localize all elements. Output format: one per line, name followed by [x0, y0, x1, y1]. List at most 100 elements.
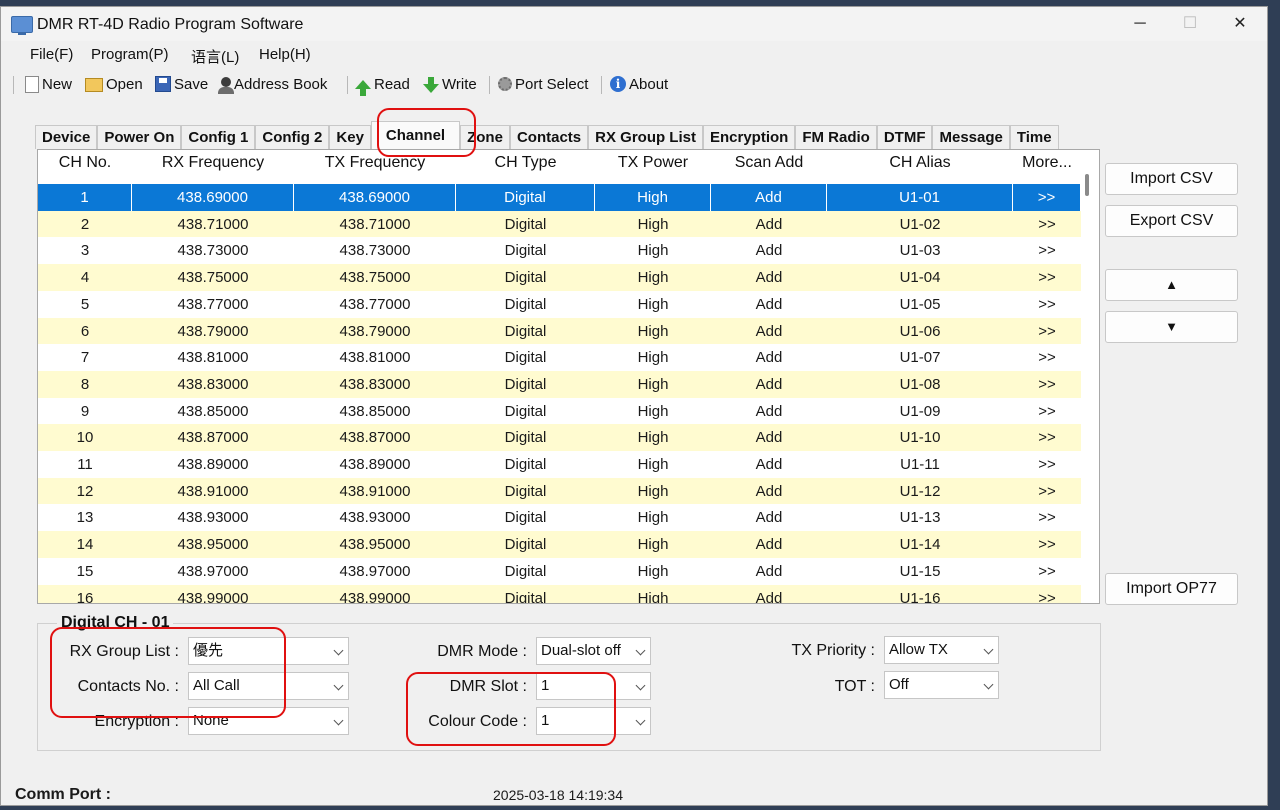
table-cell[interactable]: 4: [38, 264, 132, 291]
table-cell[interactable]: High: [595, 211, 711, 238]
table-cell[interactable]: U1-09: [827, 398, 1013, 425]
table-cell[interactable]: 438.69000: [294, 184, 456, 211]
table-cell[interactable]: U1-15: [827, 558, 1013, 585]
tab-dtmf[interactable]: DTMF: [876, 125, 933, 149]
table-cell[interactable]: U1-01: [827, 184, 1013, 211]
save-button[interactable]: Save: [155, 73, 208, 95]
table-cell[interactable]: 438.73000: [294, 237, 456, 264]
table-cell[interactable]: 2: [38, 211, 132, 238]
table-cell[interactable]: Digital: [456, 318, 595, 345]
table-cell[interactable]: 438.95000: [294, 531, 456, 558]
table-cell[interactable]: Digital: [456, 371, 595, 398]
import-op77-button[interactable]: Import OP77: [1105, 573, 1238, 605]
table-row[interactable]: 6 438.79000 438.79000 Digital High Add U1-06 >>: [38, 317, 1081, 345]
table-cell[interactable]: Digital: [456, 237, 595, 264]
table-cell[interactable]: High: [595, 291, 711, 318]
table-cell[interactable]: 438.87000: [294, 424, 456, 451]
tab-encryption[interactable]: Encryption: [702, 125, 796, 149]
open-button[interactable]: Open: [85, 73, 143, 95]
table-cell[interactable]: Add: [711, 344, 827, 371]
table-cell[interactable]: Digital: [456, 344, 595, 371]
more-cell[interactable]: >>: [1013, 504, 1081, 531]
table-cell[interactable]: 438.89000: [132, 451, 294, 478]
table-cell[interactable]: Add: [711, 451, 827, 478]
table-cell[interactable]: U1-05: [827, 291, 1013, 318]
table-cell[interactable]: U1-08: [827, 371, 1013, 398]
table-row[interactable]: 14 438.95000 438.95000 Digital High Add U1-14 >…: [38, 531, 1081, 559]
table-cell[interactable]: 10: [38, 424, 132, 451]
table-cell[interactable]: Digital: [456, 558, 595, 585]
table-cell[interactable]: U1-07: [827, 344, 1013, 371]
table-cell[interactable]: 438.77000: [294, 291, 456, 318]
table-cell[interactable]: Add: [711, 264, 827, 291]
table-cell[interactable]: 438.87000: [132, 424, 294, 451]
table-cell[interactable]: U1-12: [827, 478, 1013, 505]
table-cell[interactable]: 438.75000: [294, 264, 456, 291]
table-cell[interactable]: Add: [711, 531, 827, 558]
more-cell[interactable]: >>: [1013, 237, 1081, 264]
table-row[interactable]: 2 438.71000 438.71000 Digital High Add U1-02 >>: [38, 210, 1081, 238]
table-cell[interactable]: 438.77000: [132, 291, 294, 318]
table-cell[interactable]: 9: [38, 398, 132, 425]
new-button[interactable]: New: [25, 73, 72, 95]
table-cell[interactable]: 438.93000: [294, 504, 456, 531]
import-csv-button[interactable]: Import CSV: [1105, 163, 1238, 195]
table-cell[interactable]: Add: [711, 424, 827, 451]
table-cell[interactable]: Add: [711, 318, 827, 345]
tab-fm-radio[interactable]: FM Radio: [795, 125, 877, 149]
table-cell[interactable]: 13: [38, 504, 132, 531]
table-row[interactable]: 15 438.97000 438.97000 Digital High Add U1-15 >…: [38, 557, 1081, 585]
table-cell[interactable]: 11: [38, 451, 132, 478]
table-cell[interactable]: Digital: [456, 291, 595, 318]
table-cell[interactable]: High: [595, 531, 711, 558]
table-cell[interactable]: High: [595, 504, 711, 531]
more-cell[interactable]: >>: [1013, 424, 1081, 451]
table-cell[interactable]: 1: [38, 184, 132, 211]
table-cell[interactable]: High: [595, 184, 711, 211]
table-cell[interactable]: U1-03: [827, 237, 1013, 264]
tab-key[interactable]: Key: [329, 125, 371, 149]
table-cell[interactable]: 438.71000: [294, 211, 456, 238]
table-cell[interactable]: Add: [711, 291, 827, 318]
table-row[interactable]: 3 438.73000 438.73000 Digital High Add U1-03 >>: [38, 237, 1081, 265]
table-cell[interactable]: 438.71000: [132, 211, 294, 238]
table-cell[interactable]: U1-02: [827, 211, 1013, 238]
more-cell[interactable]: >>: [1013, 371, 1081, 398]
more-cell[interactable]: >>: [1013, 318, 1081, 345]
tab-config-1[interactable]: Config 1: [181, 125, 256, 149]
table-cell[interactable]: Digital: [456, 424, 595, 451]
table-cell[interactable]: High: [595, 264, 711, 291]
table-scrollbar[interactable]: [1085, 174, 1089, 196]
table-cell[interactable]: U1-06: [827, 318, 1013, 345]
table-cell[interactable]: 6: [38, 318, 132, 345]
table-cell[interactable]: Digital: [456, 211, 595, 238]
table-cell[interactable]: 438.89000: [294, 451, 456, 478]
table-cell[interactable]: 438.83000: [132, 371, 294, 398]
table-cell[interactable]: Add: [711, 237, 827, 264]
table-cell[interactable]: 438.91000: [294, 478, 456, 505]
more-cell[interactable]: >>: [1013, 531, 1081, 558]
table-cell[interactable]: U1-11: [827, 451, 1013, 478]
table-cell[interactable]: 438.85000: [294, 398, 456, 425]
table-cell[interactable]: 438.83000: [294, 371, 456, 398]
table-cell[interactable]: Digital: [456, 504, 595, 531]
table-cell[interactable]: 438.81000: [132, 344, 294, 371]
more-cell[interactable]: >>: [1013, 211, 1081, 238]
table-cell[interactable]: Digital: [456, 398, 595, 425]
table-cell[interactable]: 12: [38, 478, 132, 505]
table-row[interactable]: 13 438.93000 438.93000 Digital High Add U1-13 >…: [38, 504, 1081, 532]
tab-device[interactable]: Device: [35, 125, 98, 149]
tab-message[interactable]: Message: [932, 125, 1010, 149]
more-cell[interactable]: >>: [1013, 184, 1081, 211]
table-cell[interactable]: High: [595, 585, 711, 604]
table-cell[interactable]: Digital: [456, 451, 595, 478]
table-cell[interactable]: Digital: [456, 585, 595, 604]
maximize-button[interactable]: ☐: [1167, 13, 1213, 37]
table-cell[interactable]: Add: [711, 558, 827, 585]
more-cell[interactable]: >>: [1013, 558, 1081, 585]
table-cell[interactable]: 438.85000: [132, 398, 294, 425]
table-cell[interactable]: Add: [711, 585, 827, 604]
move-up-button[interactable]: ▲: [1105, 269, 1238, 301]
more-cell[interactable]: >>: [1013, 291, 1081, 318]
more-cell[interactable]: >>: [1013, 344, 1081, 371]
